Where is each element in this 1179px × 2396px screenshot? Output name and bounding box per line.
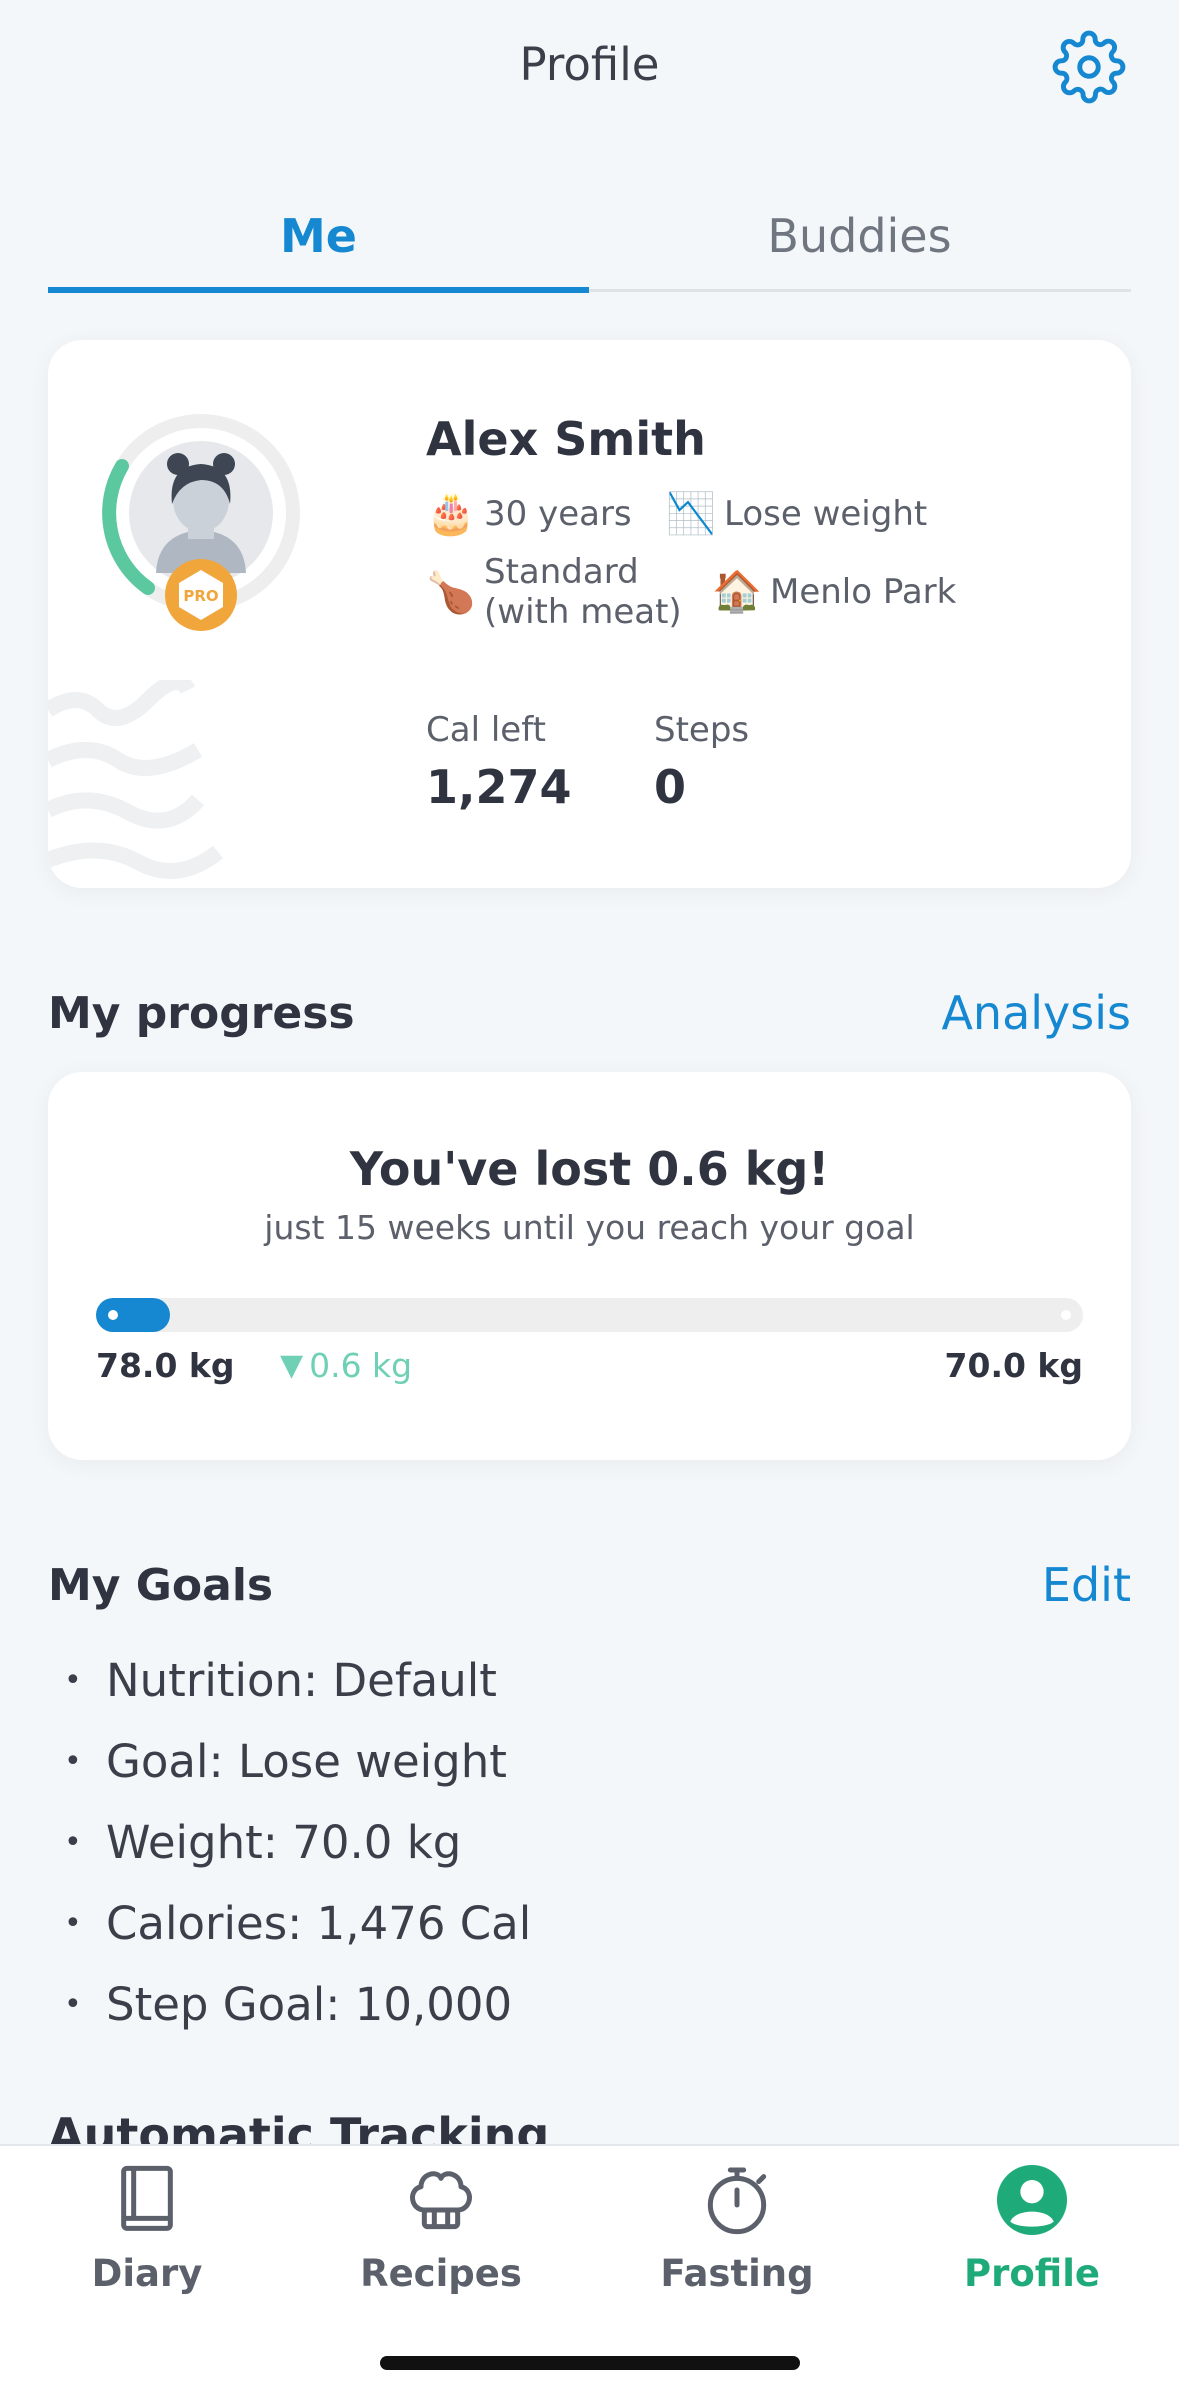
tab-fasting[interactable]: Fasting [590, 2160, 884, 2295]
bullet-icon: • [64, 1663, 82, 1698]
progress-section-title: My progress [48, 988, 355, 1039]
stopwatch-icon [707, 2167, 767, 2235]
goal-text: Step Goal: 10,000 [106, 1978, 513, 2031]
goal-text: Calories: 1,476 Cal [106, 1897, 532, 1950]
weight-delta: ▼ 0.6 kg [280, 1346, 412, 1385]
decorative-squiggle [48, 680, 223, 879]
profile-card[interactable]: PRO Alex Smith 🎂 30 years 📉 Lose weight … [48, 340, 1131, 888]
target-weight: 70.0 kg [944, 1346, 1083, 1385]
start-weight: 78.0 kg [96, 1346, 235, 1385]
cal-left-value: 1,274 [426, 760, 572, 814]
progress-end-dot [1061, 1310, 1071, 1320]
tab-diary-label: Diary [91, 2252, 203, 2295]
pro-badge-label: PRO [183, 587, 218, 605]
goal-text: Nutrition: Default [106, 1654, 497, 1707]
progress-headline: You've lost 0.6 kg! [349, 1142, 830, 1196]
user-icon [997, 2165, 1067, 2235]
goal-item-calories: • Calories: 1,476 Cal [48, 1883, 948, 1964]
tab-me[interactable]: Me [48, 200, 589, 293]
cake-icon: 🎂 [426, 491, 476, 537]
tab-profile-label: Profile [964, 2252, 1100, 2295]
cal-left-label: Cal left [426, 710, 546, 750]
triangle-down-icon: ▼ [280, 1348, 304, 1383]
goal-text: Goal: Lose weight [106, 1735, 507, 1788]
edit-goals-link[interactable]: Edit [1042, 1558, 1131, 1612]
goal-item-nutrition: • Nutrition: Default [48, 1640, 948, 1721]
location-text: Menlo Park [770, 571, 957, 612]
house-icon: 🏠 [712, 569, 762, 615]
tab-profile[interactable]: Profile [885, 2160, 1179, 2295]
page-title: Profile [519, 38, 660, 91]
diet-line-1: Standard [484, 552, 639, 592]
goal-item-steps: • Step Goal: 10,000 [48, 1964, 948, 2045]
analysis-link[interactable]: Analysis [941, 986, 1131, 1040]
bullet-icon: • [64, 1825, 82, 1860]
profile-tabs: Me Buddies [48, 200, 1131, 293]
book-icon [121, 2165, 173, 2231]
tab-diary[interactable]: Diary [0, 2160, 294, 2295]
tab-recipes[interactable]: Recipes [294, 2160, 588, 2295]
chef-hat-icon [410, 2171, 472, 2230]
pro-badge: PRO [164, 558, 238, 632]
info-goal: 📉 Lose weight [666, 490, 927, 537]
bullet-icon: • [64, 1906, 82, 1941]
weight-progress-bar [96, 1298, 1083, 1332]
bullet-icon: • [64, 1987, 82, 2022]
steps-value: 0 [654, 760, 687, 814]
info-location: 🏠 Menlo Park [712, 568, 956, 615]
home-indicator[interactable] [380, 2356, 800, 2370]
gear-icon [1052, 30, 1126, 104]
diet-line-2: (with meat) [484, 592, 682, 632]
settings-button[interactable] [1052, 30, 1126, 104]
info-diet: 🍗 Standard (with meat) [426, 552, 682, 632]
chart-down-icon: 📉 [666, 491, 716, 537]
weight-delta-value: 0.6 kg [309, 1346, 413, 1385]
progress-start-dot [108, 1310, 118, 1320]
goal-text: Weight: 70.0 kg [106, 1816, 462, 1869]
header: Profile [0, 0, 1179, 140]
bullet-icon: • [64, 1744, 82, 1779]
info-age: 🎂 30 years [426, 490, 632, 537]
goal-item-weight: • Weight: 70.0 kg [48, 1802, 948, 1883]
goals-section-title: My Goals [48, 1560, 274, 1611]
user-name: Alex Smith [426, 412, 706, 466]
steps-label: Steps [654, 710, 750, 750]
goal-text: Lose weight [724, 493, 928, 534]
tab-recipes-label: Recipes [360, 2252, 522, 2295]
goal-item-goal: • Goal: Lose weight [48, 1721, 948, 1802]
pro-badge-icon: PRO [165, 559, 237, 631]
age-text: 30 years [484, 493, 632, 534]
progress-card[interactable]: You've lost 0.6 kg! just 15 weeks until … [48, 1072, 1131, 1460]
goals-list: • Nutrition: Default • Goal: Lose weight •… [48, 1640, 948, 2045]
drumstick-icon: 🍗 [426, 569, 476, 616]
progress-subtitle: just 15 weeks until you reach your goal [264, 1208, 915, 1247]
tab-fasting-label: Fasting [660, 2252, 814, 2295]
tab-buddies[interactable]: Buddies [589, 200, 1130, 292]
